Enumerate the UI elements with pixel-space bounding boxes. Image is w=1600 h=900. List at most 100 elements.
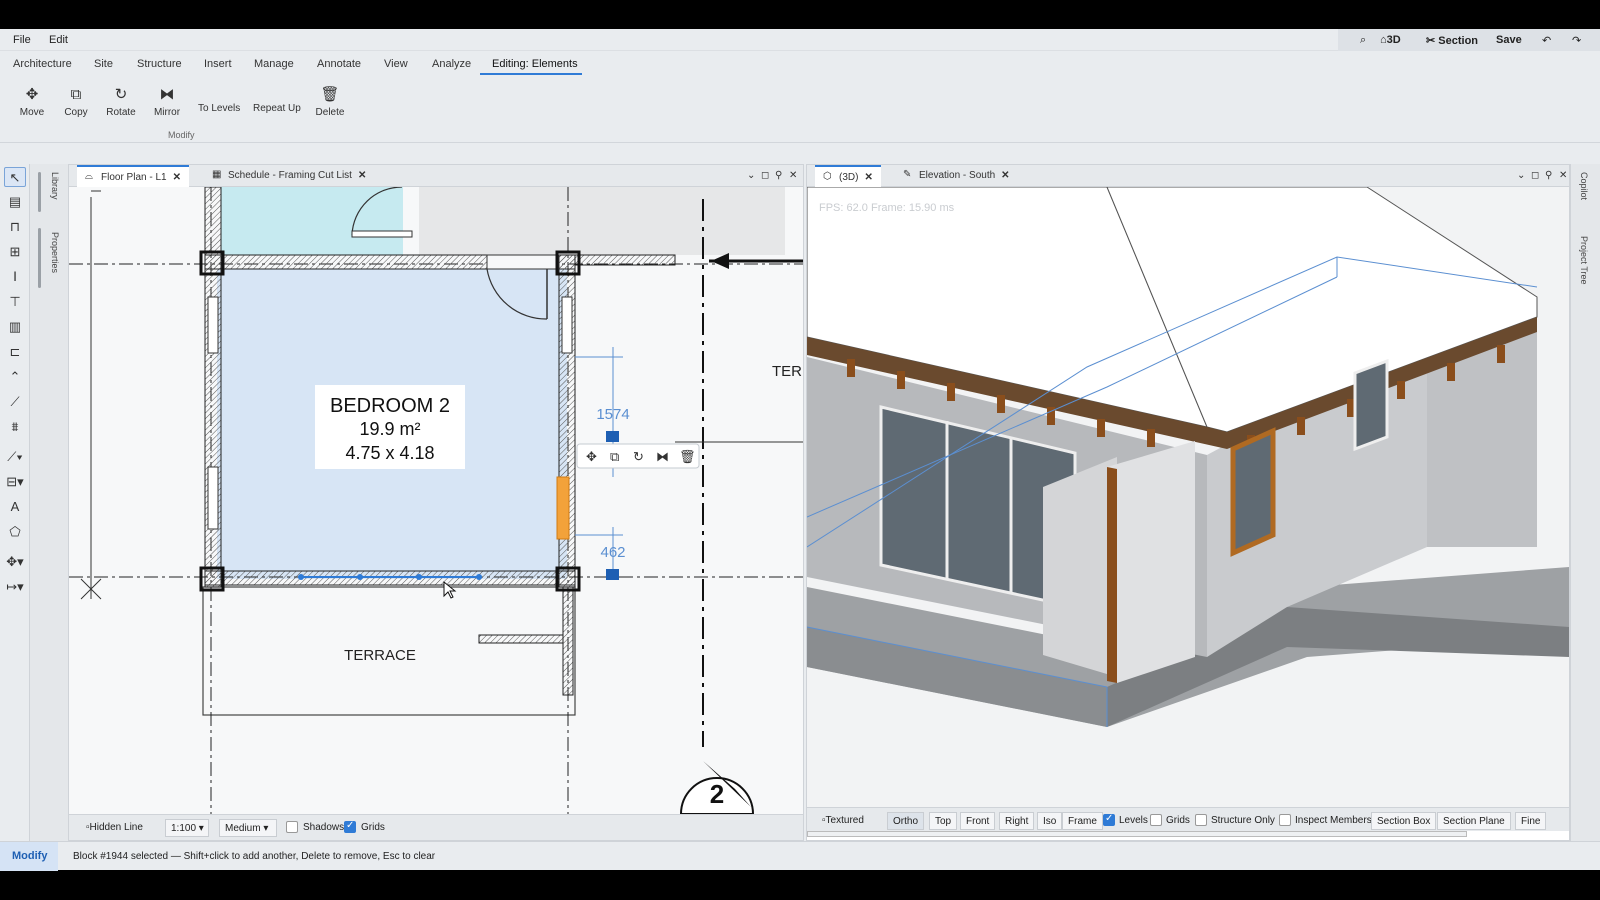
nav-tool-icon[interactable]: ↦▾ bbox=[4, 577, 26, 597]
select-tool-icon[interactable]: ↖ bbox=[4, 167, 26, 187]
chevron-down-icon[interactable]: ⌄ bbox=[747, 170, 755, 181]
dimension-462[interactable]: 462 bbox=[600, 544, 625, 561]
line-tool-icon[interactable]: ⟋▾ bbox=[4, 447, 26, 467]
close-panel-icon[interactable]: ✕ bbox=[789, 170, 797, 181]
column-tool-icon[interactable]: Ⅰ bbox=[4, 267, 26, 287]
dimension-1574[interactable]: 1574 bbox=[596, 406, 629, 423]
top-view-button[interactable]: Top bbox=[929, 812, 958, 830]
menu-edit[interactable]: Edit bbox=[49, 34, 68, 46]
grids-3d-label: Grids bbox=[1166, 815, 1190, 826]
tab-3d[interactable]: ⬡ (3D) ✕ bbox=[815, 165, 881, 187]
mini-mirror-icon[interactable]: ⧓ bbox=[656, 449, 669, 464]
section-plane-button[interactable]: Section Plane bbox=[1437, 812, 1511, 830]
tab-site[interactable]: Site bbox=[94, 58, 113, 70]
rotate-button[interactable]: ↻ Rotate bbox=[97, 83, 145, 118]
horizontal-scrollbar[interactable] bbox=[807, 831, 1467, 837]
pan-tool-icon[interactable]: ✥▾ bbox=[4, 552, 26, 572]
mini-move-icon[interactable]: ✥ bbox=[586, 449, 597, 464]
window-tool-icon[interactable]: ⊞ bbox=[4, 242, 26, 262]
iso-view-button[interactable]: Iso bbox=[1037, 812, 1063, 830]
fine-button[interactable]: Fine bbox=[1515, 812, 1547, 830]
section-button[interactable]: ✂ Section bbox=[1426, 34, 1478, 47]
restore-icon[interactable]: ◻ bbox=[1531, 170, 1539, 181]
close-icon[interactable]: ✕ bbox=[864, 172, 872, 183]
text-tool-icon[interactable]: A bbox=[4, 497, 26, 517]
quick-access-bar: ⌕ ⌂3D ✂ Section Save ↶ ↷ bbox=[1338, 29, 1600, 51]
repeat-up-button[interactable]: Repeat Up bbox=[253, 103, 301, 114]
mini-rotate-icon[interactable]: ↻ bbox=[633, 449, 644, 464]
copy-button[interactable]: ⧉ Copy bbox=[52, 83, 100, 118]
wall-tool-icon[interactable]: ▤ bbox=[4, 192, 26, 212]
structure-only-checkbox[interactable] bbox=[1195, 814, 1207, 826]
tab-manage[interactable]: Manage bbox=[254, 58, 294, 70]
tab-analyze[interactable]: Analyze bbox=[432, 58, 471, 70]
railing-tool-icon[interactable]: ⟋ bbox=[4, 392, 26, 412]
restore-icon[interactable]: ◻ bbox=[761, 170, 769, 181]
grids-3d-checkbox[interactable] bbox=[1150, 814, 1162, 826]
inspect-members-checkbox[interactable] bbox=[1279, 814, 1291, 826]
mini-delete-icon[interactable]: 🗑 bbox=[679, 449, 696, 464]
bathroom-fill bbox=[221, 187, 403, 255]
mirror-button[interactable]: ⧓ Mirror bbox=[143, 83, 191, 118]
library-tab[interactable]: Library bbox=[50, 172, 60, 200]
tab-insert[interactable]: Insert bbox=[204, 58, 232, 70]
mini-copy-icon[interactable]: ⧉ bbox=[610, 449, 619, 464]
levels-checkbox[interactable] bbox=[1103, 813, 1115, 826]
truss-tool-icon[interactable]: ⩩ bbox=[4, 417, 26, 437]
chevron-down-icon[interactable]: ⌄ bbox=[1517, 170, 1525, 181]
door-tool-icon[interactable]: ⊓ bbox=[4, 217, 26, 237]
project-tree-tab[interactable]: Project Tree bbox=[1579, 236, 1589, 285]
tab-structure[interactable]: Structure bbox=[137, 58, 182, 70]
beam-tool-icon[interactable]: ⊤ bbox=[4, 292, 26, 312]
ortho-button[interactable]: Ortho bbox=[887, 812, 925, 830]
room-name: BEDROOM 2 bbox=[330, 395, 450, 417]
table-icon: ▦ bbox=[212, 169, 222, 180]
roof-tool-icon[interactable]: ⌃ bbox=[4, 367, 26, 387]
pin-icon[interactable]: ⚲ bbox=[775, 170, 782, 181]
tab-editing-elements[interactable]: Editing: Elements bbox=[492, 58, 578, 70]
tab-architecture[interactable]: Architecture bbox=[13, 58, 72, 70]
redo-icon[interactable]: ↷ bbox=[1572, 34, 1581, 47]
visual-style-button[interactable]: ▫Hidden Line bbox=[81, 819, 148, 837]
view-3d-button[interactable]: ⌂3D bbox=[1380, 34, 1401, 46]
view-3d-canvas[interactable]: FPS: 62.0 Frame: 15.90 ms bbox=[807, 187, 1569, 807]
door-opening bbox=[486, 254, 560, 270]
section-box-button[interactable]: Section Box bbox=[1371, 812, 1437, 830]
tab-elevation-south[interactable]: ✎ Elevation - South ✕ bbox=[895, 165, 1018, 187]
frame-button[interactable]: Frame bbox=[1062, 812, 1103, 830]
grids-checkbox[interactable] bbox=[344, 820, 356, 833]
pin-icon[interactable]: ⚲ bbox=[1545, 170, 1552, 181]
front-view-button[interactable]: Front bbox=[960, 812, 996, 830]
right-view-button[interactable]: Right bbox=[999, 812, 1035, 830]
tab-floor-plan-l1[interactable]: ⌓ Floor Plan - L1 ✕ bbox=[77, 165, 189, 187]
undo-icon[interactable]: ↶ bbox=[1542, 34, 1551, 47]
copilot-tab[interactable]: Copilot bbox=[1579, 172, 1589, 200]
to-levels-button[interactable]: To Levels bbox=[198, 103, 240, 114]
properties-tab[interactable]: Properties bbox=[50, 232, 60, 273]
selected-window-right[interactable] bbox=[556, 476, 570, 540]
close-icon[interactable]: ✕ bbox=[173, 172, 181, 183]
tab-schedule-framing[interactable]: ▦ Schedule - Framing Cut List ✕ bbox=[204, 165, 374, 187]
scale-select[interactable]: 1:100 ▾ bbox=[165, 819, 209, 837]
dimension-tool-icon[interactable]: ⊟▾ bbox=[4, 472, 26, 492]
search-icon[interactable]: ⌕ bbox=[1360, 34, 1366, 47]
tab-annotate[interactable]: Annotate bbox=[317, 58, 361, 70]
stair-tool-icon[interactable]: ⊏ bbox=[4, 342, 26, 362]
slab-tool-icon[interactable]: ▥ bbox=[4, 317, 26, 337]
move-button[interactable]: ✥ Move bbox=[8, 83, 56, 118]
save-button[interactable]: Save bbox=[1496, 34, 1522, 46]
dim-handle-1[interactable] bbox=[606, 431, 619, 442]
floor-plan-canvas[interactable]: 1574 462 BEDROOM 2 19.9 m² 4.75 x 4.18 T… bbox=[69, 187, 803, 814]
close-panel-icon[interactable]: ✕ bbox=[1559, 170, 1567, 181]
tag-tool-icon[interactable]: ⬠ bbox=[4, 522, 26, 542]
menu-file[interactable]: File bbox=[13, 34, 31, 46]
close-icon[interactable]: ✕ bbox=[1001, 170, 1009, 181]
detail-select[interactable]: Medium ▾ bbox=[219, 819, 277, 837]
tab-view[interactable]: View bbox=[384, 58, 408, 70]
dim-handle-2[interactable] bbox=[606, 569, 619, 580]
close-icon[interactable]: ✕ bbox=[358, 170, 366, 181]
shadows-checkbox[interactable] bbox=[286, 821, 298, 833]
delete-button[interactable]: 🗑 Delete bbox=[306, 83, 354, 118]
textured-button[interactable]: ▫Textured bbox=[817, 812, 869, 830]
app-window: File Edit ⌕ ⌂3D ✂ Section Save ↶ ↷ Archi… bbox=[0, 29, 1600, 871]
